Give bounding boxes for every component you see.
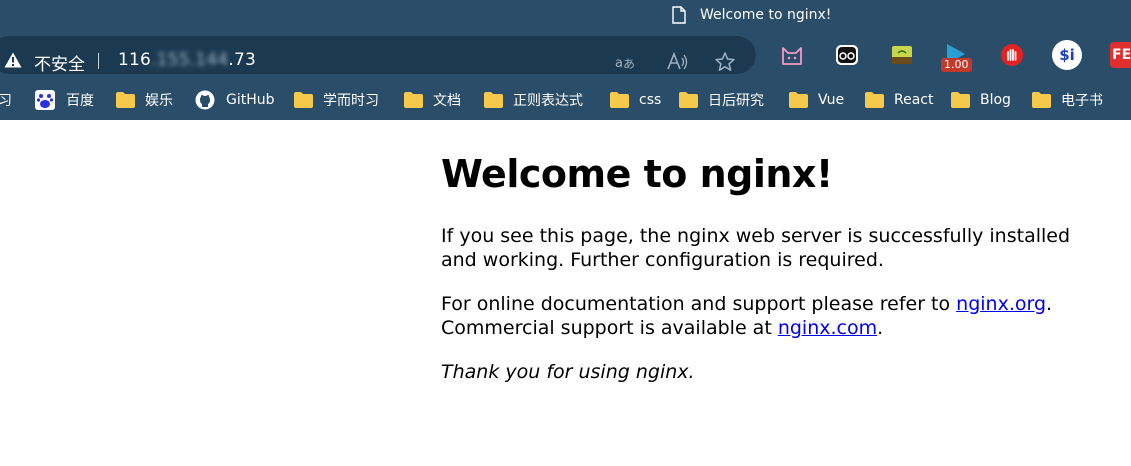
security-label[interactable]: 不安全 xyxy=(34,50,85,75)
omnibox-separator xyxy=(98,53,99,69)
si-extension[interactable]: $i xyxy=(1052,40,1082,70)
read-aloud-icon[interactable] xyxy=(666,51,688,73)
url-end: .73 xyxy=(228,50,257,70)
bookmark-label: 文档 xyxy=(433,93,461,109)
bookmark-folder-docs[interactable]: 文档 xyxy=(404,89,461,111)
translate-icon[interactable]: a あ xyxy=(614,51,636,73)
bookmark-github[interactable]: GitHub xyxy=(195,89,275,111)
document-icon xyxy=(672,6,686,24)
bookmark-label: Blog xyxy=(980,92,1011,108)
bookmark-label: 学而时习 xyxy=(323,93,379,109)
warning-icon[interactable] xyxy=(4,52,22,68)
github-icon xyxy=(195,90,215,110)
thanks-text: Thank you for using nginx. xyxy=(441,361,695,383)
page-content: Welcome to nginx! If you see this page, … xyxy=(441,146,1081,384)
folder-icon xyxy=(610,92,629,108)
browser-tab[interactable]: Welcome to nginx! xyxy=(672,0,831,30)
fe-label: FE xyxy=(1112,47,1131,63)
url-text[interactable]: 116.155.144.73 xyxy=(118,50,256,70)
url-hidden-part: .155.144 xyxy=(151,50,229,70)
tab-title: Welcome to nginx! xyxy=(700,7,832,23)
folder-icon xyxy=(789,92,808,108)
support-paragraph: For online documentation and support ple… xyxy=(441,292,1081,340)
support-text-3: Commercial support is available at xyxy=(441,317,778,339)
folder-icon xyxy=(294,92,313,108)
bookmarks-bar: 习 百度 娱乐 GitHub 学而时习 文档 正则表达式 css 日后研究 Vu… xyxy=(0,80,1131,120)
folder-icon xyxy=(404,92,423,108)
bookmark-baidu[interactable]: 百度 xyxy=(35,89,94,111)
bookmark-folder-study[interactable]: 学而时习 xyxy=(294,89,379,111)
bookmark-label: Vue xyxy=(818,92,845,108)
si-label: $i xyxy=(1059,46,1075,64)
bookmark-folder-react[interactable]: React xyxy=(865,89,933,111)
favorite-star-icon[interactable] xyxy=(714,51,736,73)
bookmark-label: 百度 xyxy=(66,93,94,109)
support-text-2: . xyxy=(1046,293,1053,315)
folder-icon xyxy=(1032,92,1051,108)
bookmark-label: css xyxy=(639,92,662,108)
folder-icon xyxy=(484,92,503,108)
page-heading: Welcome to nginx! xyxy=(441,152,833,196)
bookmark-folder-vue[interactable]: Vue xyxy=(789,89,844,111)
support-text-1: For online documentation and support ple… xyxy=(441,293,957,315)
support-text-4: . xyxy=(877,317,884,339)
bookmark-label: 习 xyxy=(0,93,12,109)
nginx-org-link[interactable]: nginx.org xyxy=(956,293,1046,315)
bookmark-folder-entertainment[interactable]: 娱乐 xyxy=(116,89,173,111)
bookmark-folder-css[interactable]: css xyxy=(610,89,661,111)
folder-icon xyxy=(116,92,135,108)
thanks-paragraph: Thank you for using nginx. xyxy=(441,360,1081,384)
player-extension[interactable]: 1.00 xyxy=(941,42,973,72)
cat-extension-icon[interactable] xyxy=(779,42,805,68)
url-start: 116 xyxy=(118,50,152,70)
folder-icon xyxy=(951,92,970,108)
fe-extension[interactable]: FE xyxy=(1110,42,1131,68)
bookmark-folder-ebooks[interactable]: 电子书 xyxy=(1032,89,1103,111)
bookmark-label: 日后研究 xyxy=(708,93,764,109)
mask-extension-icon[interactable] xyxy=(834,42,860,68)
bookmark-folder-blog[interactable]: Blog xyxy=(951,89,1011,111)
folder-icon xyxy=(679,92,698,108)
bookmark-folder-later-research[interactable]: 日后研究 xyxy=(679,89,764,111)
svg-text:a: a xyxy=(615,56,623,71)
baidu-icon xyxy=(35,90,55,110)
toolbar: 不安全 116.155.144.73 a あ 1.00 $i FE xyxy=(0,30,1131,80)
intro-paragraph: If you see this page, the nginx web serv… xyxy=(441,225,1071,271)
sprout-extension-icon[interactable] xyxy=(889,42,915,68)
stop-hand-extension-icon[interactable] xyxy=(999,42,1025,68)
address-bar[interactable]: 不安全 116.155.144.73 a あ xyxy=(0,36,756,75)
rate-badge: 1.00 xyxy=(941,58,972,72)
bookmark-label: 娱乐 xyxy=(145,93,173,109)
title-bar: Welcome to nginx! xyxy=(0,0,1131,30)
folder-icon xyxy=(865,92,884,108)
bookmark-folder-0[interactable]: 习 xyxy=(0,89,12,111)
svg-text:あ: あ xyxy=(623,57,635,71)
bookmark-label: 电子书 xyxy=(1061,93,1103,109)
nginx-com-link[interactable]: nginx.com xyxy=(778,317,877,339)
bookmark-label: React xyxy=(894,92,934,108)
bookmark-folder-regex[interactable]: 正则表达式 xyxy=(484,89,583,111)
bookmark-label: 正则表达式 xyxy=(513,93,583,109)
bookmark-label: GitHub xyxy=(226,92,275,108)
